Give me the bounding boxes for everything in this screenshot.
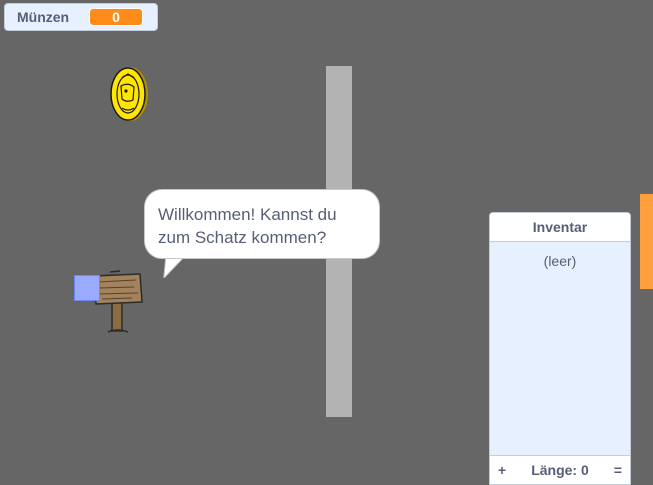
inventory-footer: + Länge: 0 = [490,455,630,484]
inventory-title: Inventar [490,213,630,242]
inventory-resize-handle[interactable]: = [612,462,624,478]
inventory-length: Länge: 0 [531,462,589,478]
inventory-add-button[interactable]: + [496,462,508,478]
player-square[interactable] [74,275,100,301]
speech-bubble: Willkommen! Kannst du zum Schatz kommen? [144,189,380,259]
inventory-empty-text: (leer) [543,253,577,269]
edge-tab [640,194,653,289]
speech-bubble-line-1: Willkommen! Kannst du [158,205,337,224]
coin-variable-label: Münzen [17,9,70,25]
game-stage[interactable]: Münzen 0 Willkommen! Kannst du zum Schat… [0,0,653,485]
coin-variable-value: 0 [89,8,143,26]
coin-variable-monitor: Münzen 0 [4,3,158,31]
coin-icon[interactable] [110,66,150,122]
speech-bubble-line-2: zum Schatz kommen? [158,228,327,247]
inventory-list-monitor: Inventar (leer) + Länge: 0 = [489,212,631,485]
